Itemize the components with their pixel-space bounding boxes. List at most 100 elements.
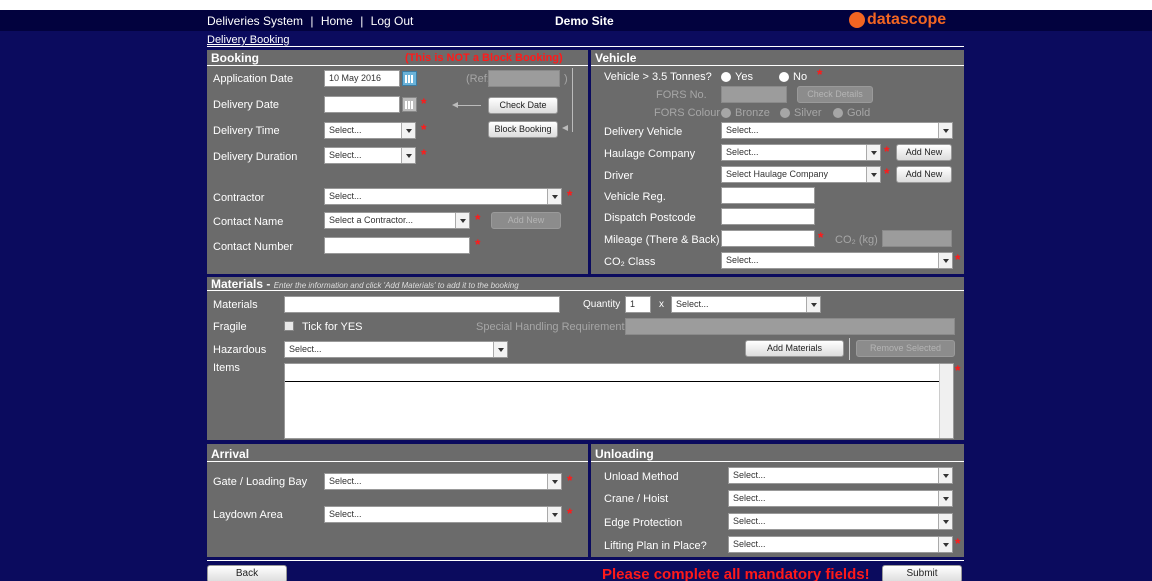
delivery-duration-select[interactable]: Select... [324, 147, 416, 164]
delivery-vehicle-label: Delivery Vehicle [604, 126, 683, 138]
materials-field[interactable] [284, 296, 560, 313]
gate-select[interactable]: Select... [324, 473, 562, 490]
required-icon: * [421, 121, 427, 137]
gold-radio[interactable] [833, 108, 843, 118]
delivery-time-value: Select... [329, 125, 362, 135]
chevron-down-icon [938, 468, 952, 483]
calendar-icon[interactable] [402, 71, 417, 86]
contractor-value: Select... [329, 191, 362, 201]
application-date-label: Application Date [213, 73, 294, 85]
home-link[interactable]: Home [321, 14, 353, 28]
bronze-label: Bronze [735, 107, 770, 119]
fragile-tick-label: Tick for YES [302, 321, 363, 333]
block-booking-notice: (This is NOT a Block Booking) [405, 52, 563, 64]
fragile-label: Fragile [213, 321, 247, 333]
no-radio[interactable] [779, 72, 789, 82]
delivery-time-select[interactable]: Select... [324, 122, 416, 139]
unit-value: Select... [676, 299, 709, 309]
remove-selected-button[interactable]: Remove Selected [856, 340, 955, 357]
items-list[interactable] [284, 363, 954, 439]
lifting-select[interactable]: Select... [728, 536, 953, 553]
co2-class-select[interactable]: Select... [721, 252, 953, 269]
delivery-vehicle-select[interactable]: Select... [721, 122, 953, 139]
items-scrollbar[interactable] [939, 364, 953, 438]
contractor-select[interactable]: Select... [324, 188, 562, 205]
edge-value: Select... [733, 516, 766, 526]
check-date-button[interactable]: Check Date [488, 97, 558, 114]
button-divider [849, 338, 850, 360]
chevron-down-icon [547, 189, 561, 204]
contact-number-field[interactable] [324, 237, 470, 254]
required-icon: * [884, 143, 890, 159]
delivery-date-label: Delivery Date [213, 99, 280, 111]
mileage-field[interactable] [721, 230, 815, 247]
crane-label: Crane / Hoist [604, 493, 669, 505]
items-header-line [285, 381, 939, 382]
bronze-radio[interactable] [721, 108, 731, 118]
vehicle-reg-field[interactable] [721, 187, 815, 204]
submit-button[interactable]: Submit [882, 565, 962, 581]
application-date-field[interactable]: 10 May 2016 [324, 70, 400, 87]
ref-field [488, 70, 560, 87]
chevron-down-icon [938, 514, 952, 529]
add-driver-button[interactable]: Add New [896, 166, 952, 183]
delivery-duration-label: Delivery Duration [213, 151, 298, 163]
gate-value: Select... [329, 476, 362, 486]
mileage-label: Mileage (There & Back) [604, 234, 720, 246]
crane-select[interactable]: Select... [728, 490, 953, 507]
mandatory-warning: Please complete all mandatory fields! [602, 566, 870, 581]
required-icon: * [421, 146, 427, 162]
unload-method-select[interactable]: Select... [728, 467, 953, 484]
edge-label: Edge Protection [604, 517, 683, 529]
top-nav: Deliveries System | Home | Log Out [207, 14, 413, 28]
chevron-down-icon [938, 253, 952, 268]
chevron-down-icon [938, 123, 952, 138]
postcode-field[interactable] [721, 208, 815, 225]
fors-no-field [721, 86, 787, 103]
laydown-select[interactable]: Select... [324, 506, 562, 523]
calendar-icon[interactable] [402, 97, 417, 112]
required-icon: * [475, 211, 481, 227]
materials-title: Materials - Enter the information and cl… [211, 277, 519, 291]
ref-label: (Ref: [466, 73, 490, 85]
add-contact-button[interactable]: Add New [491, 212, 561, 229]
times-label: x [659, 299, 664, 310]
haulage-value: Select... [726, 147, 759, 157]
ref-close: ) [564, 73, 568, 85]
quantity-field[interactable]: 1 [625, 296, 651, 313]
fors-colour-label: FORS Colour [654, 107, 721, 119]
required-icon: * [567, 472, 573, 488]
edge-select[interactable]: Select... [728, 513, 953, 530]
contractor-label: Contractor [213, 192, 265, 204]
unloading-title-line [591, 461, 964, 462]
yes-radio[interactable] [721, 72, 731, 82]
required-icon: * [475, 236, 481, 252]
haulage-select[interactable]: Select... [721, 144, 881, 161]
required-icon: * [817, 66, 823, 82]
breadcrumb[interactable]: Delivery Booking [207, 34, 290, 46]
app-title: Deliveries System [207, 14, 304, 28]
back-button[interactable]: Back [207, 565, 287, 581]
check-details-button[interactable]: Check Details [797, 86, 873, 103]
brand-logo-icon [849, 12, 865, 28]
silver-radio[interactable] [780, 108, 790, 118]
delivery-vehicle-value: Select... [726, 125, 759, 135]
contact-name-select[interactable]: Select a Contractor... [324, 212, 470, 229]
driver-select[interactable]: Select Haulage Company [721, 166, 881, 183]
add-haulage-button[interactable]: Add New [896, 144, 952, 161]
silver-label: Silver [794, 107, 822, 119]
delivery-date-field[interactable] [324, 96, 400, 113]
fragile-checkbox[interactable] [284, 321, 294, 331]
fors-no-label: FORS No. [656, 89, 707, 101]
unit-select[interactable]: Select... [671, 296, 821, 313]
block-booking-button[interactable]: Block Booking [488, 121, 558, 138]
laydown-value: Select... [329, 509, 362, 519]
required-icon: * [955, 251, 961, 267]
logout-link[interactable]: Log Out [371, 14, 414, 28]
postcode-label: Dispatch Postcode [604, 212, 696, 224]
lifting-label: Lifting Plan in Place? [604, 540, 707, 552]
add-materials-button[interactable]: Add Materials [745, 340, 844, 357]
co2-kg-label: CO₂ (kg) [835, 234, 878, 246]
lifting-value: Select... [733, 539, 766, 549]
hazardous-select[interactable]: Select... [284, 341, 508, 358]
